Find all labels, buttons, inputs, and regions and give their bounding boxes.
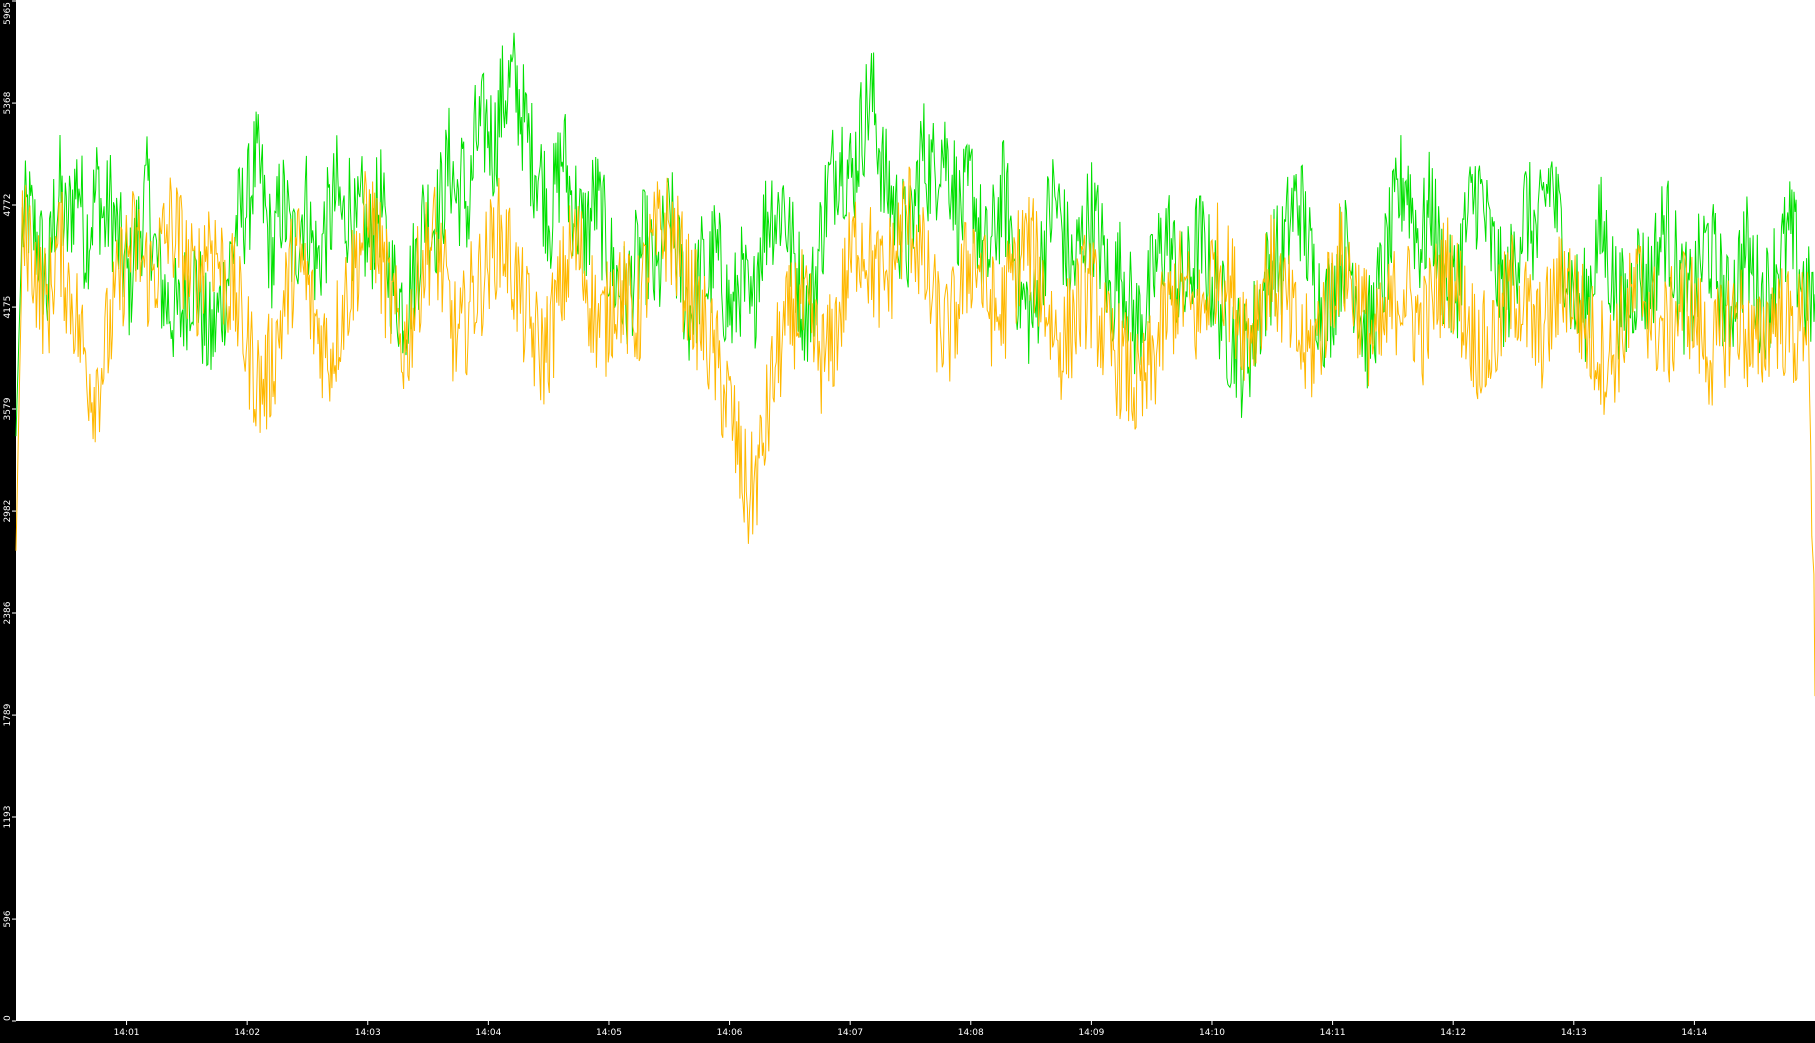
x-axis-background [0,1021,1815,1039]
y-tick-label: 4175 [3,296,13,319]
y-tick-label: 2982 [3,500,13,523]
x-tick-label: 14:04 [475,1028,501,1038]
y-tick-label: 596 [3,910,13,927]
x-tick-label: 14:05 [596,1028,622,1038]
x-tick-label: 14:08 [958,1028,984,1038]
y-tick-label: 1193 [3,806,13,829]
x-tick-label: 14:11 [1320,1028,1346,1038]
x-tick-label: 14:06 [717,1028,743,1038]
x-tick-label: 14:09 [1078,1028,1104,1038]
chart-svg: 0 596 1193 1789 2386 2982 3579 4175 4772 5368 5965… [0,0,1815,1039]
x-tick-label: 14:07 [837,1028,863,1038]
x-tick-label: 14:02 [234,1028,260,1038]
chart-root: 0 596 1193 1789 2386 2982 3579 4175 4772 5368 5965… [0,0,1815,1039]
y-tick-label: 4772 [3,194,13,217]
y-tick-label: 5965 [3,2,13,25]
y-tick-label: 0 [3,1015,13,1021]
y-tick-label: 3579 [3,397,13,420]
plot-area [16,0,1815,1021]
x-tick-label: 14:12 [1440,1028,1466,1038]
x-tick-label: 14:10 [1199,1028,1225,1038]
x-tick-label: 14:01 [114,1028,140,1038]
x-tick-label: 14:13 [1561,1028,1587,1038]
y-tick-label: 5368 [3,91,13,114]
y-tick-label: 2386 [3,601,13,624]
y-tick-label: 1789 [3,703,13,726]
x-tick-label: 14:14 [1681,1028,1707,1038]
x-tick-label: 14:03 [355,1028,381,1038]
